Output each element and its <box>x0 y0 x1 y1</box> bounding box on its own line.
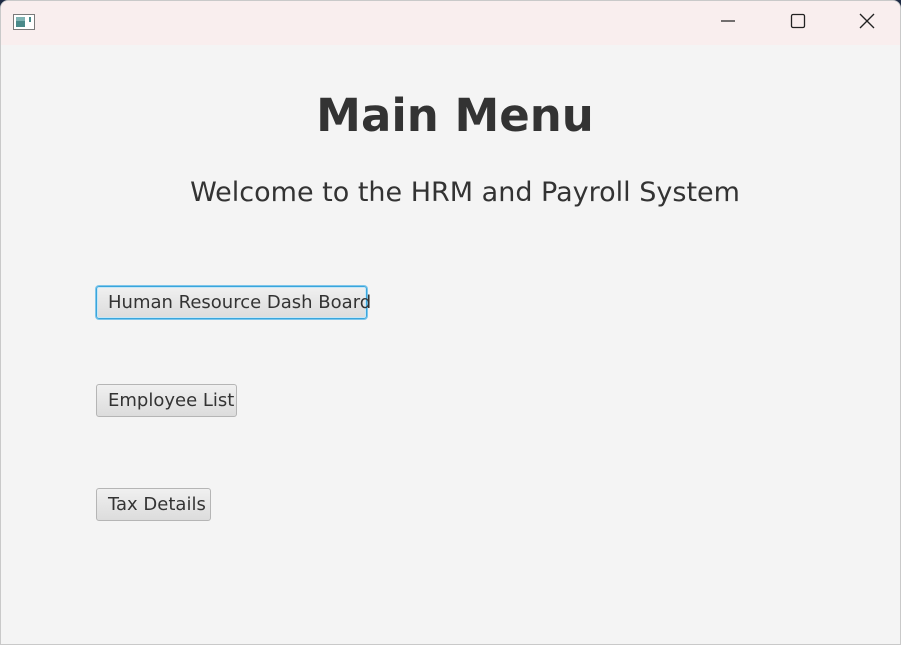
close-button[interactable] <box>832 1 900 45</box>
hr-dashboard-button[interactable]: Human Resource Dash Board <box>96 286 371 319</box>
welcome-subtitle: Welcome to the HRM and Payroll System <box>190 177 740 208</box>
employee-list-button[interactable]: Employee List <box>96 384 237 417</box>
main-content: Main Menu Welcome to the HRM and Payroll… <box>1 45 900 644</box>
minimize-icon <box>720 13 736 33</box>
minimize-button[interactable] <box>693 1 763 45</box>
app-window: Main Menu Welcome to the HRM and Payroll… <box>0 0 901 645</box>
close-icon <box>859 13 875 33</box>
tax-details-button[interactable]: Tax Details <box>96 488 211 521</box>
page-title: Main Menu <box>316 89 594 142</box>
java-app-icon <box>13 14 35 30</box>
title-bar[interactable] <box>1 1 900 45</box>
maximize-button[interactable] <box>763 1 833 45</box>
maximize-icon <box>790 13 806 33</box>
